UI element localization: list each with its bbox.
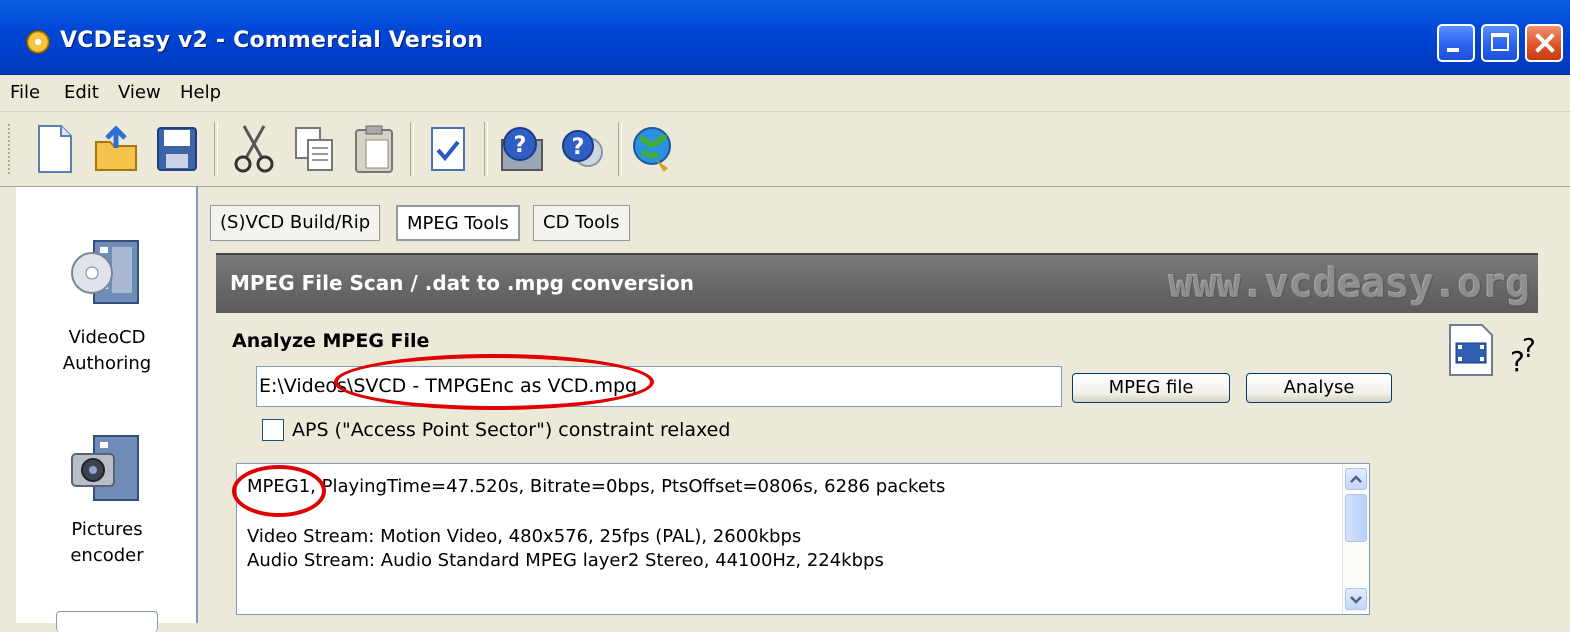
output-line: Audio Stream: Audio Standard MPEG layer2… — [247, 550, 884, 571]
new-icon[interactable] — [30, 122, 78, 176]
cut-icon[interactable] — [230, 122, 278, 176]
menu-file[interactable]: File — [10, 82, 40, 103]
sidebar-item-label: VideoCD Authoring — [62, 327, 152, 374]
sidebar-item-partial[interactable] — [56, 611, 158, 632]
toolbar-separator — [410, 122, 414, 176]
svg-text:?: ? — [1522, 334, 1536, 364]
menu-edit[interactable]: Edit — [64, 82, 99, 103]
section-title: Analyze MPEG File — [232, 330, 430, 352]
tab-cd-tools[interactable]: CD Tools — [533, 205, 630, 241]
analyse-button[interactable]: Analyse — [1246, 373, 1392, 403]
paste-icon[interactable] — [350, 122, 398, 176]
maximize-button[interactable] — [1481, 24, 1519, 62]
main-panel: (S)VCD Build/Rip MPEG Tools CD Tools MPE… — [198, 187, 1570, 623]
output-line: MPEG1, PlayingTime=47.520s, Bitrate=0bps… — [247, 476, 946, 497]
tab-mpeg-tools[interactable]: MPEG Tools — [396, 205, 520, 241]
sidebar: VideoCD Authoring Pictures encoder — [0, 187, 198, 632]
web-icon[interactable] — [630, 122, 678, 176]
mpeg-file-question-icon: ? ? — [1449, 324, 1536, 378]
output-scrollbar[interactable] — [1342, 464, 1369, 614]
title-bar[interactable]: VCDEasy v2 - Commercial Version — [0, 0, 1570, 75]
sidebar-item-label: Pictures encoder — [70, 519, 144, 566]
close-button[interactable] — [1525, 24, 1563, 62]
section-header: MPEG File Scan / .dat to .mpg conversion… — [216, 253, 1538, 313]
menu-bar: File Edit View Help — [0, 75, 1570, 112]
mpeg-file-path-input[interactable]: E:\Videos\SVCD - TMPGEnc as VCD.mpg — [256, 366, 1062, 407]
toolbar-separator — [484, 122, 488, 176]
chevron-down-icon — [1350, 596, 1362, 604]
toolbar-separator — [214, 122, 218, 176]
videocd-icon — [71, 240, 139, 304]
camera-icon — [71, 435, 139, 501]
scroll-down-button[interactable] — [1345, 588, 1367, 610]
toolbar-grip[interactable] — [8, 124, 13, 174]
svg-text:?: ? — [514, 133, 527, 158]
help-icon[interactable]: ? — [558, 122, 606, 176]
check-icon[interactable] — [424, 122, 472, 176]
aps-checkbox[interactable] — [262, 419, 284, 441]
toolbar-separator — [618, 122, 622, 176]
app-cd-icon — [26, 30, 50, 54]
save-icon[interactable] — [152, 122, 200, 176]
open-icon[interactable] — [92, 122, 140, 176]
tab-svcd-build-rip[interactable]: (S)VCD Build/Rip — [210, 205, 381, 241]
header-title: MPEG File Scan / .dat to .mpg conversion — [230, 271, 694, 295]
aps-checkbox-label: APS ("Access Point Sector") constraint r… — [292, 419, 731, 441]
svg-text:?: ? — [572, 135, 585, 160]
chevron-up-icon — [1350, 475, 1362, 483]
scroll-thumb[interactable] — [1345, 494, 1367, 542]
toolbar: ? ? — [0, 112, 1570, 187]
copy-icon[interactable] — [290, 122, 338, 176]
mpeg-file-button[interactable]: MPEG file — [1072, 373, 1230, 403]
minimize-button[interactable] — [1437, 24, 1475, 62]
menu-help[interactable]: Help — [180, 82, 221, 103]
menu-view[interactable]: View — [118, 82, 161, 103]
output-line: Video Stream: Motion Video, 480x576, 25f… — [247, 526, 802, 547]
window-title: VCDEasy v2 - Commercial Version — [60, 28, 484, 53]
watermark-text: www.vcdeasy.org — [1168, 261, 1530, 307]
analysis-output-textarea[interactable]: MPEG1, PlayingTime=47.520s, Bitrate=0bps… — [236, 463, 1370, 615]
scroll-up-button[interactable] — [1345, 468, 1367, 490]
help-index-icon[interactable]: ? — [498, 122, 546, 176]
